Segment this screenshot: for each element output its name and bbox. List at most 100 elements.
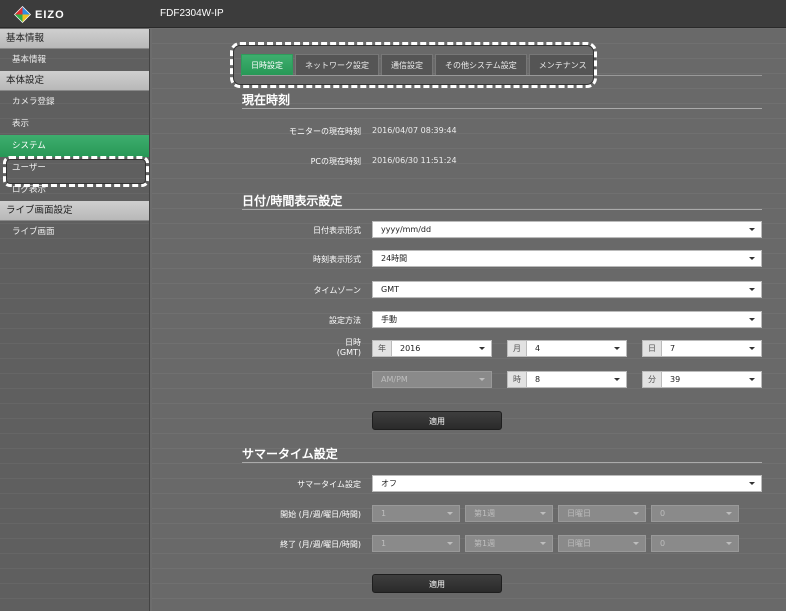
chevron-down-icon [749, 347, 755, 350]
day-value: 7 [670, 344, 676, 353]
start-month-select[interactable]: 1 [372, 505, 460, 522]
sidebar-item-display[interactable]: 表示 [0, 113, 149, 135]
chevron-down-icon [633, 512, 639, 515]
minute-value: 39 [670, 375, 681, 384]
start-week-value: 第1週 [474, 509, 496, 518]
section-divider [242, 209, 762, 210]
start-hour-value: 0 [660, 509, 666, 518]
end-weekday-value: 日曜日 [567, 539, 591, 548]
start-hour-select[interactable]: 0 [651, 505, 739, 522]
apply-summer-time-button[interactable]: 適用 [372, 574, 502, 593]
year-unit: 年 [373, 341, 392, 356]
chevron-down-icon [749, 257, 755, 260]
summer-start-label: 開始 (月/週/曜日/時間) [280, 510, 361, 519]
section-title-summer-time: サマータイム設定 [242, 447, 338, 461]
chevron-down-icon [749, 288, 755, 291]
chevron-down-icon [447, 542, 453, 545]
date-format-label: 日付表示形式 [313, 226, 361, 235]
date-format-value: yyyy/mm/dd [381, 225, 432, 234]
sidebar-item-camera-registration[interactable]: カメラ登録 [0, 91, 149, 113]
timezone-label: タイムゾーン [313, 286, 361, 295]
timezone-value: GMT [381, 285, 399, 294]
pc-time-label: PCの現在時刻 [310, 157, 361, 166]
time-format-select[interactable]: 24時間 [372, 250, 762, 267]
end-month-value: 1 [381, 539, 387, 548]
setting-method-value: 手動 [381, 315, 397, 324]
top-bar: EIZO FDF2304W-IP [0, 0, 786, 28]
pc-time-value: 2016/06/30 11:51:24 [372, 156, 457, 165]
monitor-time-value: 2016/04/07 08:39:44 [372, 126, 457, 135]
summer-end-label: 終了 (月/週/曜日/時間) [280, 540, 361, 549]
date-format-select[interactable]: yyyy/mm/dd [372, 221, 762, 238]
month-unit: 月 [508, 341, 527, 356]
summer-time-value: オフ [381, 479, 397, 488]
section-divider [242, 462, 762, 463]
system-highlight-outline [3, 156, 149, 187]
sidebar-group-device-settings[interactable]: 本体設定 [0, 71, 149, 91]
end-hour-value: 0 [660, 539, 666, 548]
setting-method-select[interactable]: 手動 [372, 311, 762, 328]
month-value: 4 [535, 344, 541, 353]
eizo-logo-icon [14, 6, 31, 23]
end-weekday-select[interactable]: 日曜日 [558, 535, 646, 552]
chevron-down-icon [633, 542, 639, 545]
end-hour-select[interactable]: 0 [651, 535, 739, 552]
hour-select[interactable]: 時 8 [507, 371, 627, 388]
tabs-highlight-outline [230, 42, 597, 88]
sidebar-group-basic-info[interactable]: 基本情報 [0, 29, 149, 49]
main-panel: 日時設定 ネットワーク設定 通信設定 その他システム設定 メンテナンス 現在時刻… [152, 29, 786, 611]
chevron-down-icon [614, 378, 620, 381]
chevron-down-icon [447, 512, 453, 515]
eizo-logo: EIZO [14, 6, 65, 23]
hour-unit: 時 [508, 372, 527, 387]
year-value: 2016 [400, 344, 421, 353]
setting-method-label: 設定方法 [329, 316, 361, 325]
time-format-value: 24時間 [381, 254, 408, 263]
end-month-select[interactable]: 1 [372, 535, 460, 552]
start-month-value: 1 [381, 509, 387, 518]
chevron-down-icon [749, 378, 755, 381]
sidebar-item-basic-info[interactable]: 基本情報 [0, 49, 149, 71]
chevron-down-icon [540, 542, 546, 545]
sidebar: 基本情報 基本情報 本体設定 カメラ登録 表示 システム ユーザー ログ表示 ラ… [0, 29, 150, 611]
hour-value: 8 [535, 375, 541, 384]
timezone-select[interactable]: GMT [372, 281, 762, 298]
sidebar-item-live-screen[interactable]: ライブ画面 [0, 221, 149, 243]
monitor-time-label: モニターの現在時刻 [289, 127, 361, 136]
chevron-down-icon [749, 228, 755, 231]
datetime-gmt-label: (GMT) [336, 348, 361, 357]
device-name: FDF2304W-IP [160, 8, 224, 19]
chevron-down-icon [726, 542, 732, 545]
chevron-down-icon [749, 482, 755, 485]
end-week-value: 第1週 [474, 539, 496, 548]
summer-time-select[interactable]: オフ [372, 475, 762, 492]
logo-text: EIZO [35, 8, 65, 21]
start-weekday-select[interactable]: 日曜日 [558, 505, 646, 522]
sidebar-group-live-settings[interactable]: ライブ画面設定 [0, 201, 149, 221]
minute-unit: 分 [643, 372, 662, 387]
chevron-down-icon [749, 318, 755, 321]
section-title-datetime-display: 日付/時間表示設定 [242, 194, 343, 208]
chevron-down-icon [726, 512, 732, 515]
month-select[interactable]: 月 4 [507, 340, 627, 357]
end-week-select[interactable]: 第1週 [465, 535, 553, 552]
chevron-down-icon [479, 378, 485, 381]
summer-time-label: サマータイム設定 [297, 480, 361, 489]
ampm-select[interactable]: AM/PM [372, 371, 492, 388]
minute-select[interactable]: 分 39 [642, 371, 762, 388]
day-select[interactable]: 日 7 [642, 340, 762, 357]
chevron-down-icon [614, 347, 620, 350]
time-format-label: 時刻表示形式 [313, 255, 361, 264]
ampm-value: AM/PM [381, 375, 408, 384]
day-unit: 日 [643, 341, 662, 356]
chevron-down-icon [540, 512, 546, 515]
datetime-label: 日時 [345, 338, 361, 347]
year-select[interactable]: 年 2016 [372, 340, 492, 357]
sidebar-item-system[interactable]: システム [0, 135, 149, 157]
start-weekday-value: 日曜日 [567, 509, 591, 518]
start-week-select[interactable]: 第1週 [465, 505, 553, 522]
chevron-down-icon [479, 347, 485, 350]
section-divider [242, 108, 762, 109]
section-title-current-time: 現在時刻 [242, 93, 291, 107]
apply-datetime-button[interactable]: 適用 [372, 411, 502, 430]
